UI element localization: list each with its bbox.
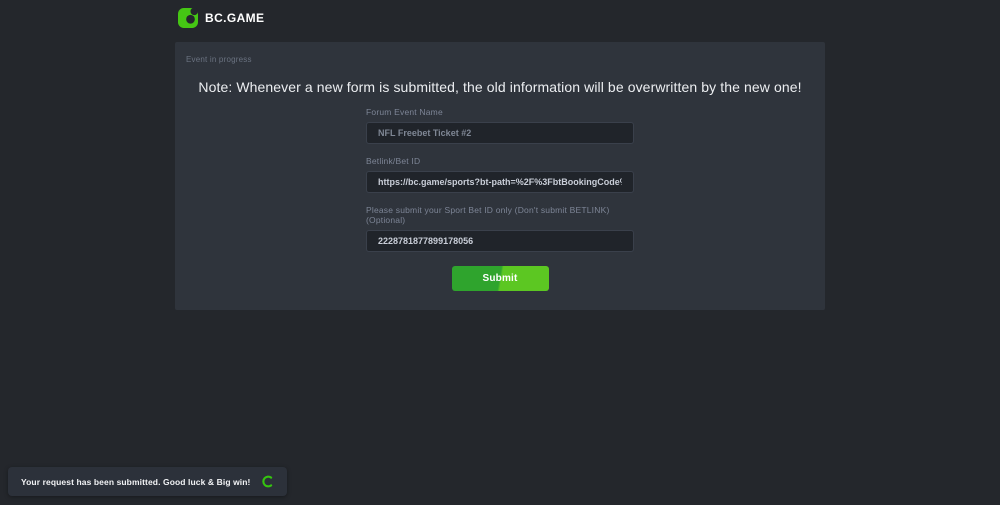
betlink-input[interactable] xyxy=(366,171,634,193)
field-group-sport-bet-id: Please submit your Sport Bet ID only (Do… xyxy=(366,205,634,252)
betlink-label: Betlink/Bet ID xyxy=(366,156,634,166)
toast-notification[interactable]: Your request has been submitted. Good lu… xyxy=(8,467,287,496)
page: BC.GAME Event in progress Note: Whenever… xyxy=(0,0,1000,505)
brand[interactable]: BC.GAME xyxy=(178,8,264,28)
sport-bet-id-input[interactable] xyxy=(366,230,634,252)
bcgame-logo-icon xyxy=(178,8,198,28)
toast-message: Your request has been submitted. Good lu… xyxy=(21,477,250,487)
event-status-label: Event in progress xyxy=(186,55,825,64)
submit-button[interactable]: Submit xyxy=(452,266,549,291)
overwrite-note: Note: Whenever a new form is submitted, … xyxy=(175,79,825,95)
forum-event-name-label: Forum Event Name xyxy=(366,107,634,117)
event-form-panel: Event in progress Note: Whenever a new f… xyxy=(175,42,825,310)
brand-name: BC.GAME xyxy=(205,11,264,25)
field-group-forum-event-name: Forum Event Name xyxy=(366,107,634,144)
forum-event-name-input[interactable] xyxy=(366,122,634,144)
sport-bet-id-label: Please submit your Sport Bet ID only (Do… xyxy=(366,205,634,225)
spinner-arc-icon xyxy=(261,475,274,488)
field-group-betlink: Betlink/Bet ID xyxy=(366,156,634,193)
submit-row: Submit xyxy=(366,266,634,291)
event-form: Forum Event Name Betlink/Bet ID Please s… xyxy=(366,107,634,291)
